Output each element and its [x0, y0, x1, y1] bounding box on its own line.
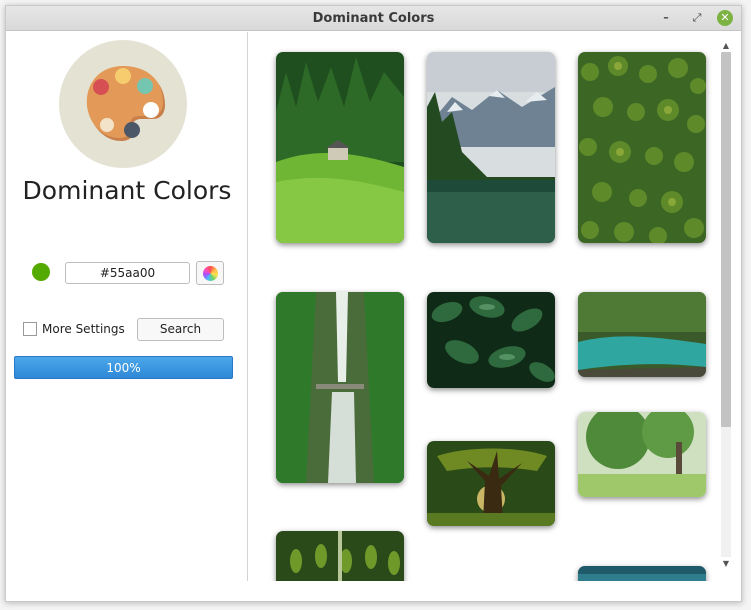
title-bar: Dominant Colors – ⤢ ✕	[6, 6, 741, 31]
sidebar: Dominant Colors More Settings Search 100…	[6, 32, 248, 581]
search-button[interactable]: Search	[137, 318, 224, 341]
dominant-color-swatch	[32, 263, 50, 281]
palette-logo-icon	[59, 40, 187, 168]
progress-bar: 100%	[14, 356, 233, 379]
orchard-tree-image	[578, 412, 706, 497]
minimize-button[interactable]: –	[658, 10, 674, 26]
pine-forest-image	[578, 52, 706, 243]
image-thumbnail[interactable]	[276, 292, 404, 483]
river-image	[578, 292, 706, 377]
image-thumbnail[interactable]	[427, 292, 555, 388]
mountain-lake-image	[427, 52, 555, 243]
app-window: Dominant Colors – ⤢ ✕ Dominant Colors Mo…	[5, 5, 742, 602]
progress-label: 100%	[106, 361, 141, 375]
scroll-down-arrow-icon[interactable]: ▼	[719, 557, 733, 571]
image-thumbnail[interactable]	[276, 52, 404, 243]
image-thumbnail[interactable]	[578, 412, 706, 497]
image-gallery	[249, 32, 719, 581]
ancient-tree-image	[427, 441, 555, 526]
image-thumbnail[interactable]	[578, 566, 706, 581]
waterfall-image	[276, 292, 404, 483]
succulents-image	[276, 531, 404, 581]
app-title: Dominant Colors	[22, 176, 232, 205]
color-picker-button[interactable]	[196, 261, 224, 285]
image-thumbnail[interactable]	[578, 292, 706, 377]
image-thumbnail[interactable]	[427, 441, 555, 526]
image-thumbnail[interactable]	[578, 52, 706, 243]
close-button[interactable]: ✕	[717, 10, 733, 26]
forest-meadow-image	[276, 52, 404, 243]
more-settings-label: More Settings	[42, 322, 125, 336]
hex-color-field[interactable]	[65, 262, 190, 284]
color-wheel-icon	[203, 266, 218, 281]
maximize-button[interactable]: ⤢	[689, 10, 705, 26]
scrollbar-thumb[interactable]	[721, 52, 731, 427]
scroll-up-arrow-icon[interactable]: ▲	[719, 40, 733, 52]
teal-water-image	[578, 566, 706, 581]
leaves-image	[427, 292, 555, 388]
window-title: Dominant Colors	[312, 11, 435, 26]
vertical-scrollbar[interactable]: ▲ ▼	[719, 40, 733, 571]
image-thumbnail[interactable]	[276, 531, 404, 581]
image-thumbnail[interactable]	[427, 52, 555, 243]
more-settings-checkbox[interactable]	[23, 322, 37, 336]
